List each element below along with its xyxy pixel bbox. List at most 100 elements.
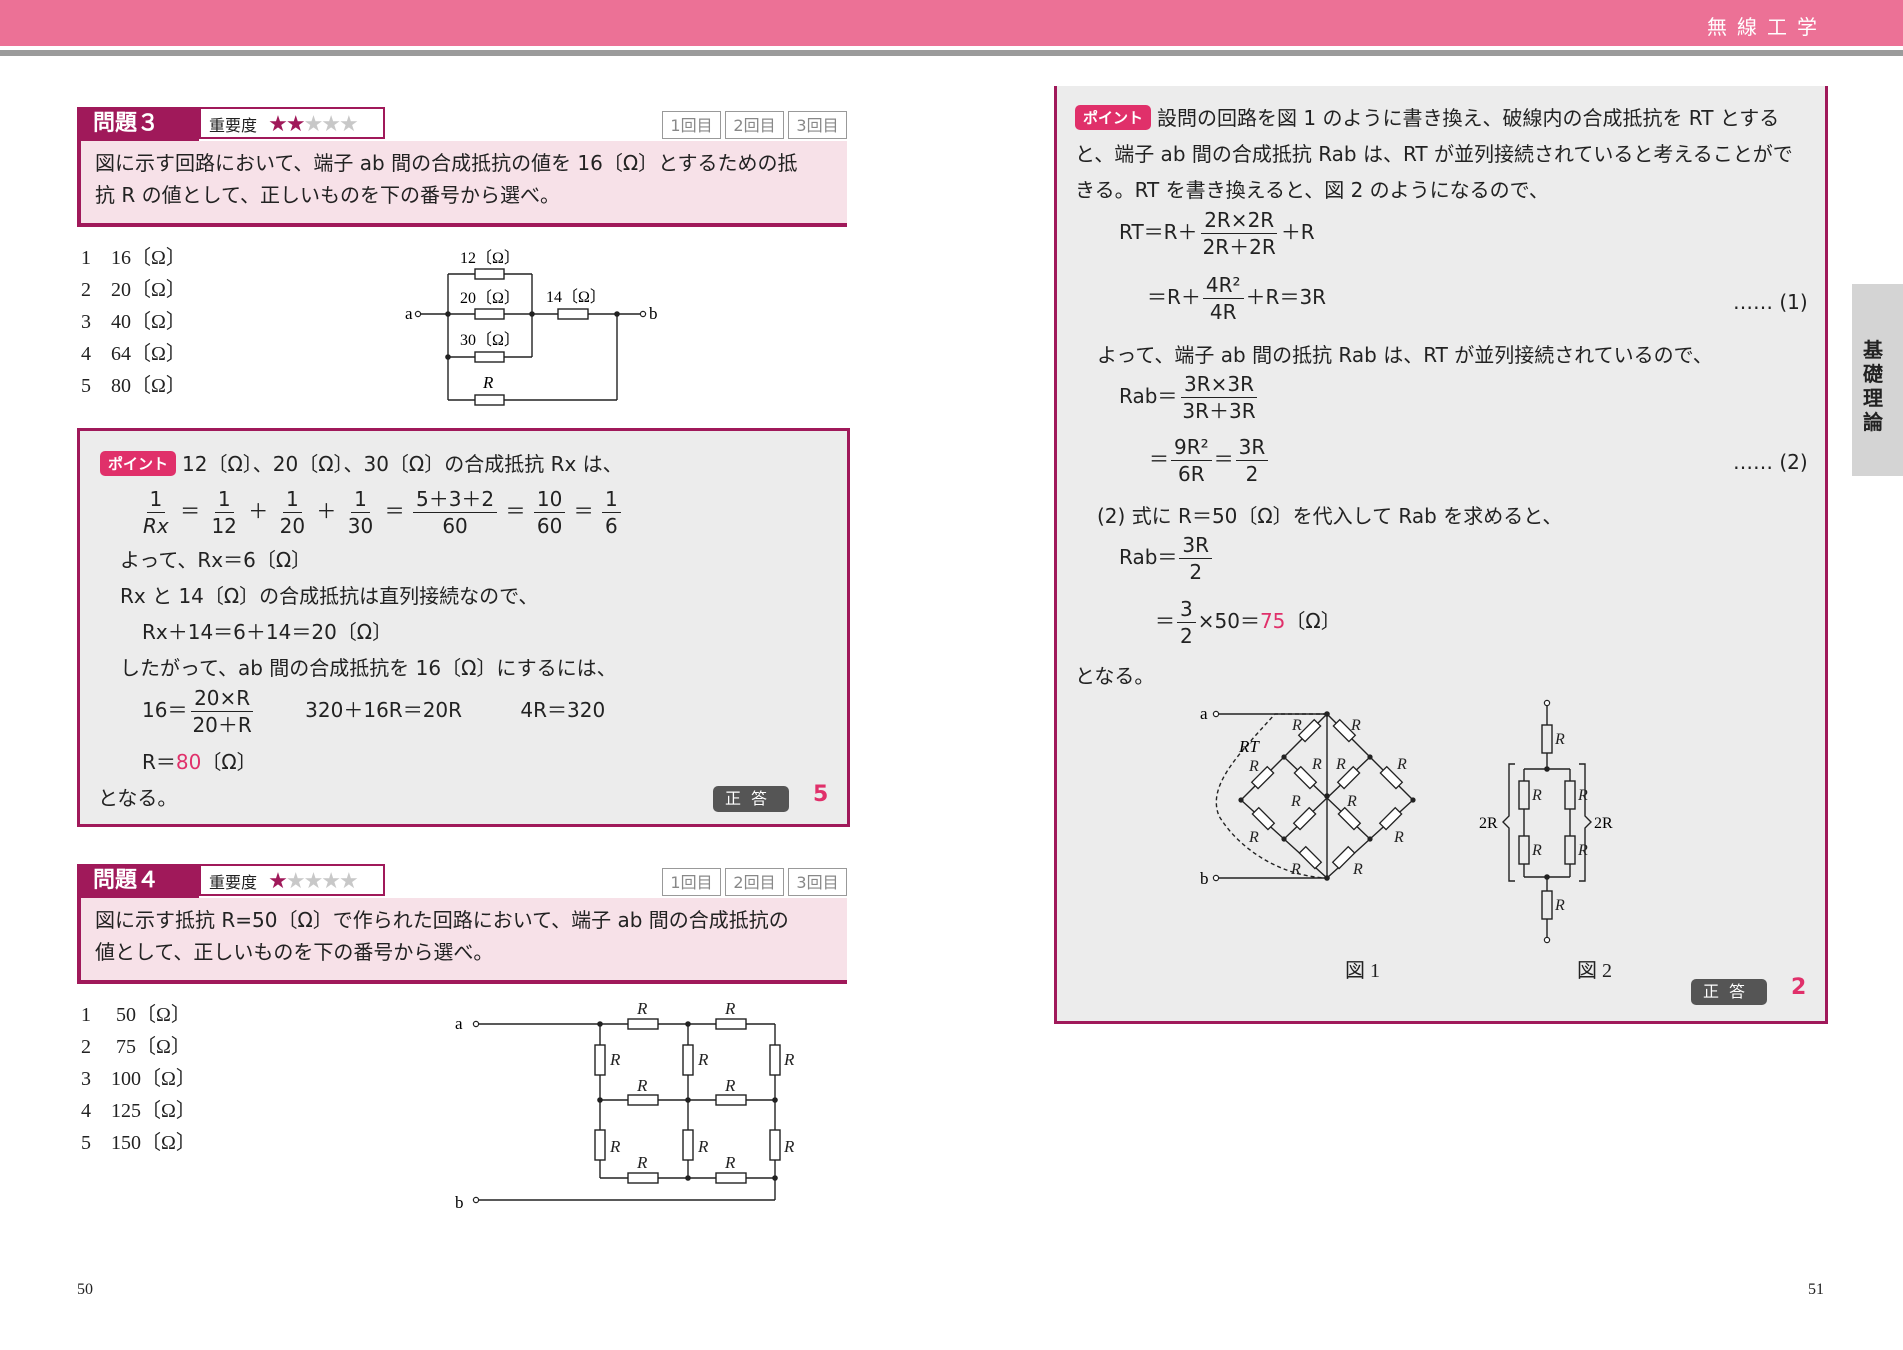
q3-point-line9: となる。	[98, 786, 178, 810]
q4-point-line6: よって、端子 ab 間の抵抗 Rab は、RT が並列接続されているので、	[1097, 343, 1713, 367]
q3-choices: 1 16〔Ω〕 2 20〔Ω〕 3 40〔Ω〕 4 64〔Ω〕 5 80〔Ω〕	[81, 242, 186, 402]
q3-attempt-1[interactable]: 1回目	[662, 111, 721, 139]
q3-choice-3[interactable]: 3 40〔Ω〕	[81, 306, 186, 338]
q3-point-line4: Rx と 14〔Ω〕の合成抵抗は直列接続なので、	[120, 584, 539, 608]
p4-eq1-num: 2R×2R	[1201, 207, 1278, 234]
q4-choice-4[interactable]: 4 125〔Ω〕	[81, 1095, 196, 1127]
p4-eq4-den1: 6R	[1178, 462, 1205, 486]
q4-circuit-diagram: R R R R R R R R R R R R a b	[455, 999, 795, 1212]
q4-choice-5[interactable]: 5 150〔Ω〕	[81, 1127, 196, 1159]
q3-importance: 重要度 ★★★★★	[199, 107, 385, 139]
q3-r-unit: 〔Ω〕	[201, 750, 257, 774]
q3-choice-2[interactable]: 2 20〔Ω〕	[81, 274, 186, 306]
q3-choice-5[interactable]: 5 80〔Ω〕	[81, 370, 186, 402]
q4-point-line2: と、端子 ab 間の合成抵抗 Rab は、RT が並列接続されていると考えること…	[1075, 142, 1793, 166]
q3-question-line2: 抗 R の値として、正しいものを下の番号から選べ。	[95, 183, 561, 207]
page-number-right: 51	[1808, 1281, 1824, 1298]
p4-eq6-num: 3	[1177, 596, 1196, 623]
eq2-mid: 320＋16R＝20R	[305, 698, 463, 722]
q4-choice-1[interactable]: 1 50〔Ω〕	[81, 999, 196, 1031]
fig2-r5: R	[1577, 842, 1588, 859]
q3-point-badge: ポイント	[100, 451, 177, 476]
q4-point-eq3: Rab＝ 3R×3R 3R＋3R	[1119, 371, 1261, 424]
q3-point-box: ポイント 12〔Ω〕、20〔Ω〕、30〔Ω〕の合成抵抗 Rx は、 1 Rx ＝ 1…	[77, 428, 850, 827]
q4-r-v3: R	[783, 1050, 795, 1069]
eq1-den-d: 30	[347, 514, 374, 538]
q4-stars-filled: ★	[268, 869, 288, 894]
q4-attempt-1[interactable]: 1回目	[662, 868, 721, 896]
p4-eq4-lhs: ＝	[1149, 447, 1169, 471]
q4-attempts: 1回目 2回目 3回目	[662, 868, 847, 896]
q4-choice-3[interactable]: 3 100〔Ω〕	[81, 1063, 196, 1095]
q4-point-line9: (2) 式に R＝50〔Ω〕を代入して Rab を求めると、	[1097, 504, 1563, 528]
q3-terminal-b: b	[649, 304, 658, 323]
fig2-r1: R	[1554, 731, 1565, 748]
q3-circuit-diagram: 12〔Ω〕 20〔Ω〕 30〔Ω〕 14〔Ω〕 R a b	[405, 249, 658, 406]
q3-choice-4[interactable]: 4 64〔Ω〕	[81, 338, 186, 370]
q3-importance-label: 重要度	[209, 116, 258, 135]
eq2-num: 20×R	[191, 685, 254, 712]
q4-question-line2: 値として、正しいものを下の番号から選べ。	[95, 940, 494, 964]
eq1-den-b: 12	[211, 514, 237, 538]
q4-point-eq5: Rab＝ 3R 2	[1119, 532, 1214, 585]
q3-answer-label: 正答	[713, 786, 789, 812]
p4-eq5-lhs: Rab＝	[1119, 545, 1178, 569]
p4-eq5-den: 2	[1189, 560, 1203, 584]
q3-label-14: 14〔Ω〕	[546, 288, 606, 306]
fig1-r10: R	[1393, 829, 1404, 846]
q4-r-mid2: R	[724, 1076, 736, 1095]
q3-attempt-3[interactable]: 3回目	[788, 111, 847, 139]
header-title: 無線工学	[1707, 15, 1827, 39]
p4-eq3-num: 3R×3R	[1181, 371, 1258, 398]
p4-eq4-num2: 3R	[1235, 434, 1269, 461]
q4-attempt-3[interactable]: 3回目	[788, 868, 847, 896]
eq1-num-f: 10	[533, 486, 566, 513]
fig1-r9: R	[1248, 829, 1259, 846]
p4-eq4-den2: 2	[1245, 462, 1259, 486]
fig1-r6: R	[1396, 756, 1407, 773]
eq1-num-b: 1	[214, 486, 234, 513]
q4-importance: 重要度 ★★★★★	[199, 864, 385, 896]
q4-terminal-b: b	[455, 1193, 464, 1212]
q4-r-bot2: R	[724, 1153, 736, 1172]
q3-stars-filled: ★★	[268, 112, 305, 137]
q4-r-top2: R	[724, 999, 736, 1018]
q3-attempts: 1回目 2回目 3回目	[662, 111, 847, 139]
eq2-lhs: 16＝	[142, 698, 188, 722]
fig2-left-2r: 2R	[1479, 815, 1498, 832]
eq1-den-e: 60	[442, 514, 468, 538]
fig2-r2: R	[1531, 787, 1542, 804]
q4-eq-tag-2: …… (2)	[1733, 450, 1808, 474]
q3-choice-1[interactable]: 1 16〔Ω〕	[81, 242, 186, 274]
q3-attempt-2[interactable]: 2回目	[725, 111, 784, 139]
q4-r-v1: R	[609, 1050, 621, 1069]
q4-point-eq6: ＝ 3 2 ×50＝75〔Ω〕	[1155, 596, 1341, 649]
eq1-den-c: 20	[279, 514, 306, 538]
p4-eq5-num: 3R	[1179, 532, 1213, 559]
fig1-r1: R	[1291, 717, 1302, 734]
fig1-r4: R	[1311, 756, 1322, 773]
eq1-den-a: Rx	[143, 514, 169, 538]
q3-point-line8: R＝80〔Ω〕	[142, 746, 257, 775]
p4-eq3-lhs: Rab＝	[1119, 384, 1178, 408]
q4-r-top1: R	[636, 999, 648, 1018]
q4-choices: 1 50〔Ω〕 2 75〔Ω〕 3 100〔Ω〕 4 125〔Ω〕 5 150〔…	[81, 999, 196, 1159]
q4-choice-2[interactable]: 2 75〔Ω〕	[81, 1031, 196, 1063]
q3-label: 問題３	[77, 107, 199, 141]
fig1-terminal-a: a	[1200, 704, 1208, 723]
p4-eq1-lhs: RT＝R＋	[1119, 220, 1198, 244]
q4-r-v6: R	[783, 1137, 795, 1156]
q4-eq-tag-1: …… (1)	[1733, 290, 1808, 314]
p4-eq4-eq: ＝	[1213, 447, 1234, 471]
q3-header: 問題３ 重要度 ★★★★★ 1回目 2回目 3回目	[77, 107, 847, 141]
q3-question-line1: 図に示す回路において、端子 ab 間の合成抵抗の値を 16〔Ω〕とするための抵	[95, 151, 798, 175]
q4-point-text1: 設問の回路を図 1 のように書き換え、破線内の合成抵抗を RT とする	[1157, 106, 1780, 130]
fig1-r5: R	[1335, 756, 1346, 773]
q4-r-v5: R	[697, 1137, 709, 1156]
q4-attempt-2[interactable]: 2回目	[725, 868, 784, 896]
eq1-num-c: 1	[282, 486, 302, 513]
q4-stars-empty: ★★★★	[285, 869, 359, 894]
q4-r-v2: R	[697, 1050, 709, 1069]
q4-r-bot1: R	[636, 1153, 648, 1172]
q4-label: 問題４	[77, 864, 199, 898]
